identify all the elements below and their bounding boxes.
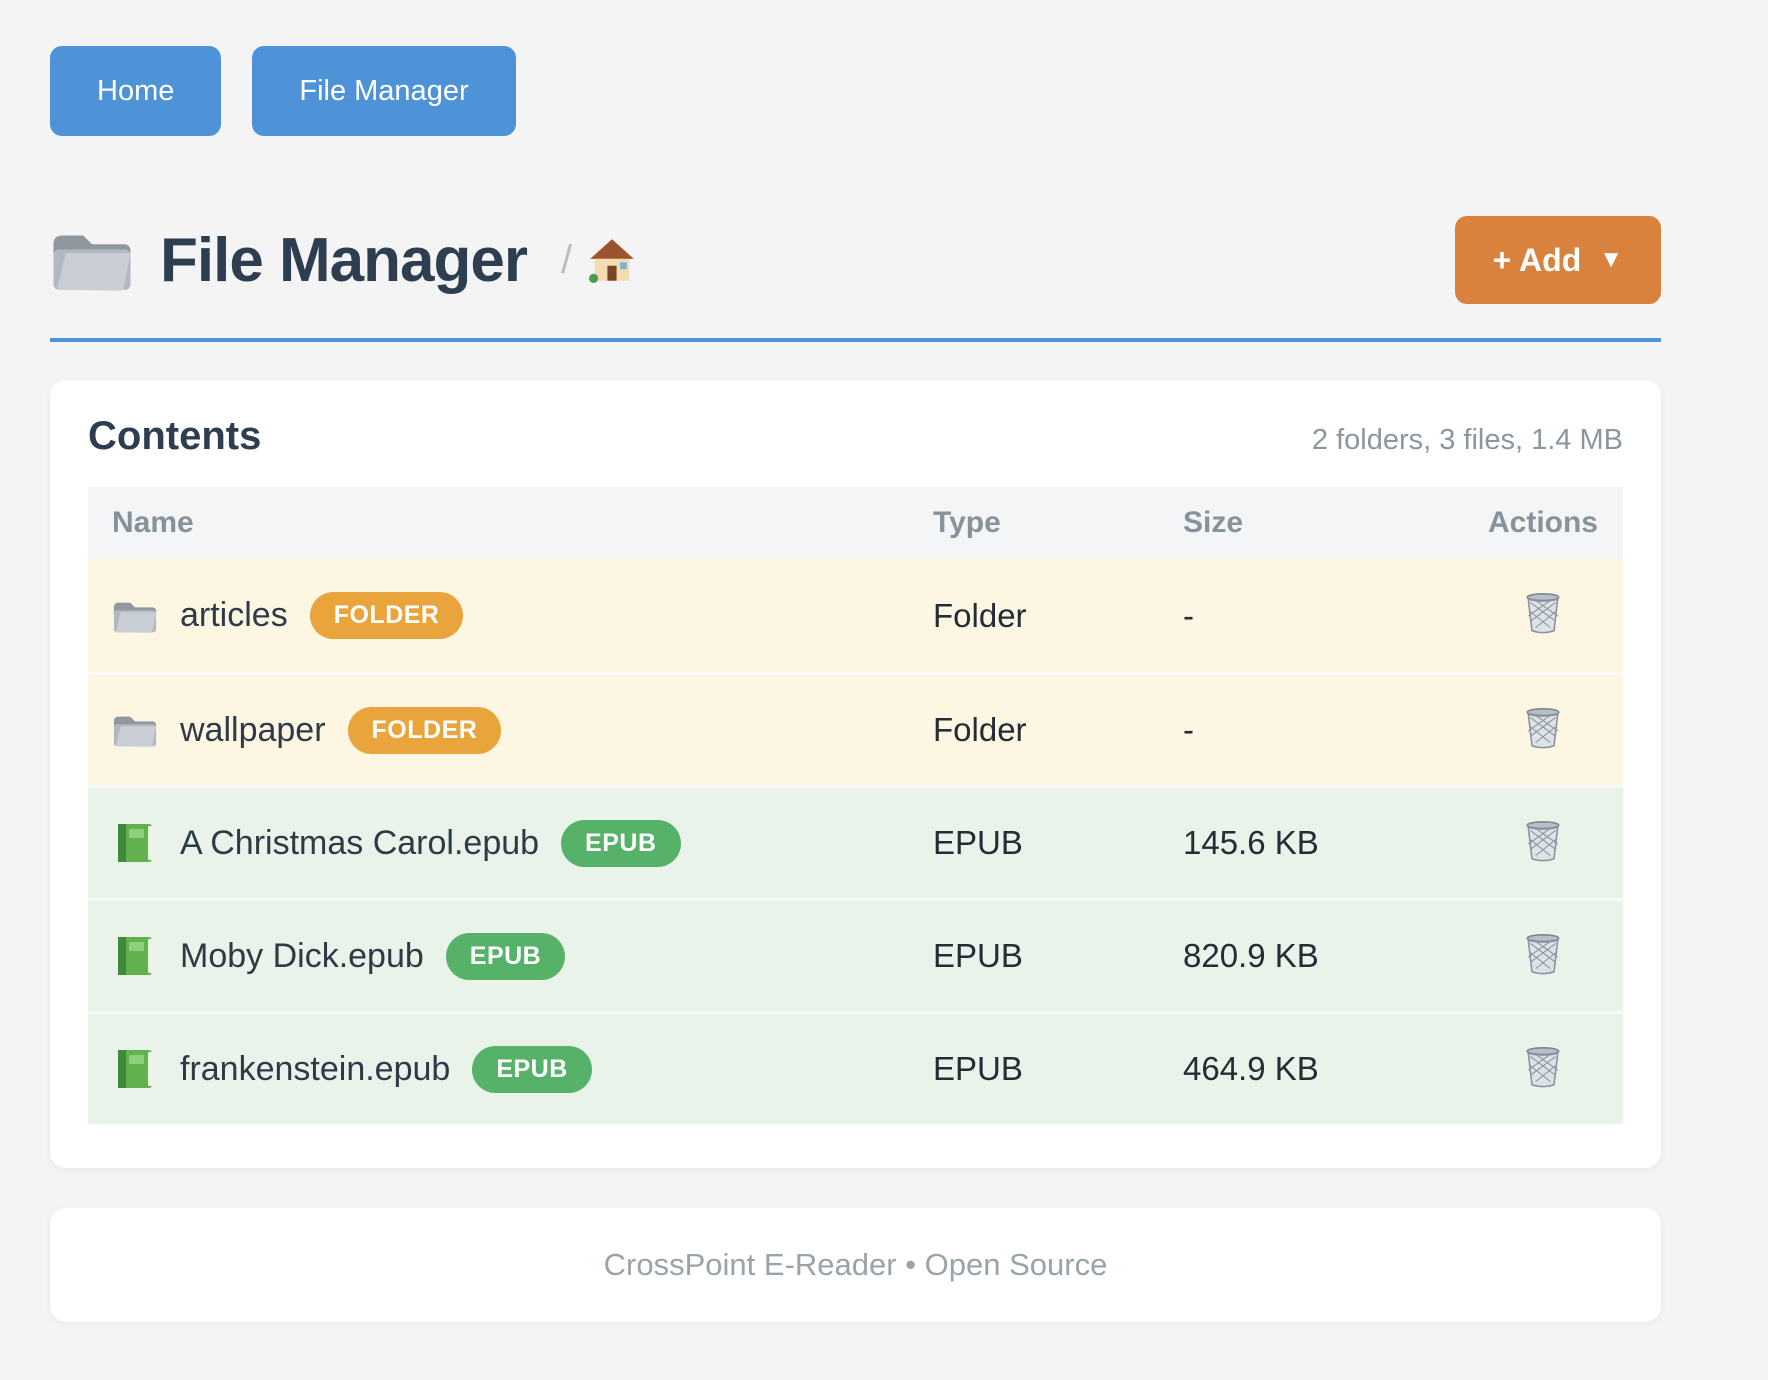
table-header-row: Name Type Size Actions (88, 487, 1623, 559)
table-body: articles FOLDER Folder - wallpaper FOLDE… (88, 559, 1623, 1124)
trash-icon (1523, 821, 1563, 863)
name-cell: wallpaper FOLDER (88, 707, 933, 754)
type-cell: EPUB (933, 824, 1183, 862)
contents-card-header: Contents 2 folders, 3 files, 1.4 MB (88, 414, 1623, 459)
name-cell: A Christmas Carol.epub EPUB (88, 820, 933, 867)
page-header: File Manager / + Add ▼ (50, 212, 1661, 308)
footer-card: CrossPoint E-Reader • Open Source (50, 1208, 1661, 1322)
type-cell: Folder (933, 711, 1183, 749)
column-header-type: Type (933, 506, 1183, 540)
folder-icon (112, 596, 158, 636)
actions-cell (1463, 930, 1623, 983)
actions-cell (1463, 589, 1623, 642)
file-type-badge: EPUB (561, 820, 680, 867)
file-manager-button[interactable]: File Manager (252, 46, 515, 136)
name-cell: Moby Dick.epub EPUB (88, 933, 933, 980)
file-table: Name Type Size Actions articles FOLDER F… (88, 487, 1623, 1124)
delete-button[interactable] (1519, 589, 1567, 642)
delete-button[interactable] (1519, 1043, 1567, 1096)
folder-icon (50, 226, 134, 294)
trash-icon (1523, 934, 1563, 976)
file-type-badge: FOLDER (310, 592, 464, 639)
contents-summary: 2 folders, 3 files, 1.4 MB (1312, 424, 1623, 457)
trash-icon (1523, 1047, 1563, 1089)
actions-cell (1463, 817, 1623, 870)
table-row[interactable]: Moby Dick.epub EPUB EPUB 820.9 KB (88, 898, 1623, 1011)
trash-icon (1523, 593, 1563, 635)
footer-text: CrossPoint E-Reader • Open Source (604, 1247, 1108, 1283)
page-title: File Manager (160, 225, 527, 296)
green-book-icon (112, 936, 158, 976)
file-name[interactable]: Moby Dick.epub (180, 937, 424, 976)
chevron-down-icon: ▼ (1599, 246, 1623, 274)
house-icon[interactable] (588, 237, 636, 283)
top-nav: Home File Manager (50, 0, 1661, 136)
file-name[interactable]: articles (180, 596, 288, 635)
green-book-icon (112, 1049, 158, 1089)
table-row[interactable]: A Christmas Carol.epub EPUB EPUB 145.6 K… (88, 785, 1623, 898)
name-cell: frankenstein.epub EPUB (88, 1046, 933, 1093)
size-cell: - (1183, 597, 1463, 635)
page-container: Home File Manager File Manager / + Add ▼… (50, 0, 1661, 1322)
table-row[interactable]: frankenstein.epub EPUB EPUB 464.9 KB (88, 1011, 1623, 1124)
column-header-actions: Actions (1463, 506, 1623, 540)
type-cell: EPUB (933, 937, 1183, 975)
size-cell: - (1183, 711, 1463, 749)
add-button[interactable]: + Add ▼ (1455, 216, 1661, 304)
table-row[interactable]: articles FOLDER Folder - (88, 559, 1623, 672)
table-row[interactable]: wallpaper FOLDER Folder - (88, 672, 1623, 785)
trash-icon (1523, 708, 1563, 750)
green-book-icon (112, 823, 158, 863)
add-button-label: + Add (1493, 242, 1582, 279)
type-cell: EPUB (933, 1050, 1183, 1088)
file-name[interactable]: wallpaper (180, 711, 326, 750)
file-type-badge: EPUB (472, 1046, 591, 1093)
contents-title: Contents (88, 414, 261, 459)
actions-cell (1463, 1043, 1623, 1096)
delete-button[interactable] (1519, 704, 1567, 757)
column-header-name: Name (88, 506, 933, 540)
size-cell: 820.9 KB (1183, 937, 1463, 975)
file-name[interactable]: A Christmas Carol.epub (180, 824, 539, 863)
delete-button[interactable] (1519, 817, 1567, 870)
type-cell: Folder (933, 597, 1183, 635)
actions-cell (1463, 704, 1623, 757)
file-type-badge: FOLDER (348, 707, 502, 754)
breadcrumb-separator: / (561, 238, 572, 283)
name-cell: articles FOLDER (88, 592, 933, 639)
home-button[interactable]: Home (50, 46, 221, 136)
page-title-group: File Manager / (50, 225, 636, 296)
contents-card: Contents 2 folders, 3 files, 1.4 MB Name… (50, 380, 1661, 1168)
delete-button[interactable] (1519, 930, 1567, 983)
header-divider (50, 338, 1661, 342)
file-name[interactable]: frankenstein.epub (180, 1050, 450, 1089)
folder-icon (112, 710, 158, 750)
size-cell: 145.6 KB (1183, 824, 1463, 862)
file-type-badge: EPUB (446, 933, 565, 980)
size-cell: 464.9 KB (1183, 1050, 1463, 1088)
column-header-size: Size (1183, 506, 1463, 540)
